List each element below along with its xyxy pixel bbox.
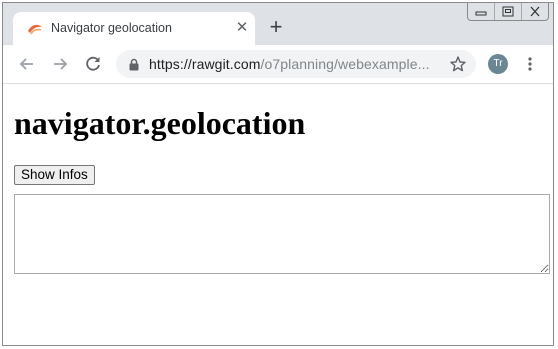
favicon-icon [27,22,43,36]
tab-navigator-geolocation[interactable]: Navigator geolocation ✕ [13,12,255,45]
url-path: /o7planning/webexample... [260,56,430,72]
url-host: https://rawgit.com [149,56,261,72]
new-tab-button[interactable]: + [266,16,286,38]
restore-icon[interactable] [494,3,521,20]
bookmark-star-icon[interactable] [449,55,467,73]
minimize-icon[interactable] [468,3,494,20]
page-content: navigator.geolocation Show Infos [3,84,553,345]
lock-icon [128,58,140,71]
kebab-menu-icon[interactable] [520,54,540,74]
page-title: navigator.geolocation [14,105,306,141]
close-icon[interactable] [521,3,548,20]
browser-window: Navigator geolocation ✕ + https://rawgit… [2,2,554,346]
window-controls [467,3,549,21]
reload-icon[interactable] [83,54,103,74]
tab-close-icon[interactable]: ✕ [233,19,251,37]
tab-title: Navigator geolocation [51,21,172,35]
info-textarea[interactable] [14,194,550,274]
back-arrow-icon[interactable] [17,54,37,74]
tab-strip: Navigator geolocation ✕ + [3,3,553,45]
forward-arrow-icon[interactable] [50,54,70,74]
url-text: https://rawgit.com/o7planning/webexample… [149,56,430,72]
address-bar[interactable]: https://rawgit.com/o7planning/webexample… [116,50,476,78]
browser-toolbar: https://rawgit.com/o7planning/webexample… [3,45,553,84]
show-infos-button[interactable]: Show Infos [14,165,95,185]
profile-avatar[interactable]: Tr [488,54,508,74]
